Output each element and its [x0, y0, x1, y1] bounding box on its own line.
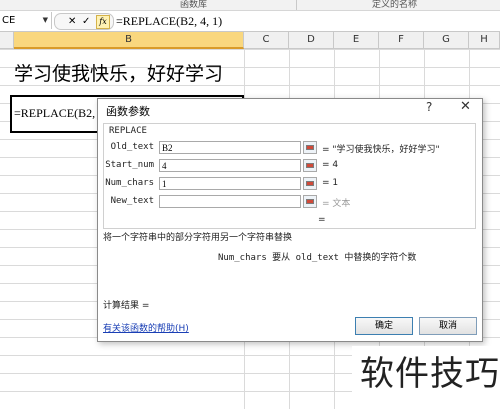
cancel-button[interactable]: 取消 [419, 317, 477, 335]
corner-header[interactable] [0, 32, 14, 49]
arg-result-new-text: = 文本 [322, 199, 351, 209]
calculation-result: 计算结果 = [103, 301, 150, 311]
arg-result-start-num: = 4 [322, 160, 339, 170]
ribbon-separator [296, 0, 297, 10]
arguments-group: REPLACE Old_text B2 = "学习使我快乐，好好学习" Star… [103, 123, 476, 229]
column-header-g[interactable]: G [424, 32, 469, 49]
help-on-function-link[interactable]: 有关该函数的帮助(H) [103, 321, 189, 334]
column-header-c[interactable]: C [244, 32, 289, 49]
collapse-dialog-icon[interactable] [303, 159, 317, 172]
chevron-down-icon[interactable]: ▼ [43, 12, 48, 29]
arg-input-start-num[interactable]: 4 [159, 159, 301, 172]
arg-input-old-text[interactable]: B2 [159, 141, 301, 154]
ribbon-strip: 函数库 定义的名称 [0, 0, 500, 11]
ok-button[interactable]: 确定 [355, 317, 413, 335]
close-icon[interactable]: ✕ [460, 99, 471, 114]
watermark-text: 软件技巧 [360, 354, 500, 394]
formula-result-equals: = [318, 215, 326, 225]
function-arguments-dialog: 函数参数 ? ✕ REPLACE Old_text B2 = "学习使我快乐，好… [97, 98, 483, 342]
cell-b1[interactable]: 学习使我快乐，好好学习 [14, 62, 223, 86]
cancel-icon[interactable]: ✕ [68, 14, 76, 29]
insert-function-icon[interactable]: fx [96, 15, 110, 29]
arg-result-num-chars: = 1 [322, 178, 339, 188]
arg-input-new-text[interactable] [159, 195, 301, 208]
help-icon[interactable]: ? [426, 100, 432, 114]
name-box-value: CE [2, 15, 16, 26]
arg-label-new-text: New_text [110, 196, 154, 206]
arg-result-old-text: = "学习使我快乐，好好学习" [322, 145, 440, 155]
collapse-dialog-icon[interactable] [303, 195, 317, 208]
arg-label-start-num: Start_num [105, 160, 154, 170]
column-header-b[interactable]: B [14, 32, 244, 49]
formula-buttons: ✕ ✓ fx [54, 13, 114, 30]
argument-description: Num_chars 要从 old_text 中替换的字符个数 [218, 253, 417, 263]
column-header-d[interactable]: D [289, 32, 334, 49]
collapse-dialog-icon[interactable] [303, 141, 317, 154]
enter-icon[interactable]: ✓ [82, 14, 90, 29]
column-header-f[interactable]: F [379, 32, 424, 49]
function-description: 将一个字符串中的部分字符用另一个字符串替换 [103, 233, 293, 243]
formula-input[interactable]: =REPLACE(B2, 4, 1) [116, 11, 222, 31]
arg-label-old-text: Old_text [110, 142, 154, 152]
dialog-title: 函数参数 [106, 105, 150, 118]
formula-bar: CE ▼ ✕ ✓ fx =REPLACE(B2, 4, 1) [0, 11, 500, 32]
column-header-h[interactable]: H [469, 32, 500, 49]
function-name: REPLACE [109, 126, 147, 136]
watermark: 软件技巧 [352, 346, 500, 409]
collapse-dialog-icon[interactable] [303, 177, 317, 190]
ribbon-group-defined-names: 定义的名称 [372, 0, 418, 10]
name-box[interactable]: CE ▼ [0, 12, 52, 29]
arg-label-num-chars: Num_chars [105, 178, 154, 188]
ribbon-group-function-library: 函数库 [180, 0, 208, 10]
arg-input-num-chars[interactable]: 1 [159, 177, 301, 190]
column-header-e[interactable]: E [334, 32, 379, 49]
